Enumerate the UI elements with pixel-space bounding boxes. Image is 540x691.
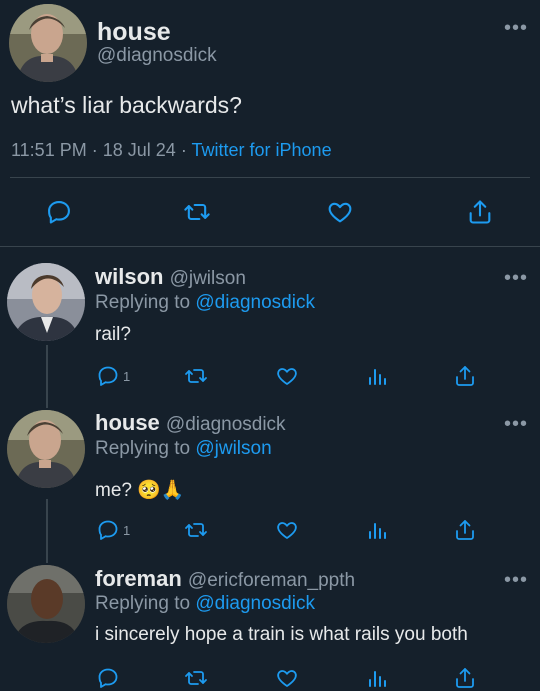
retweet-icon[interactable] <box>184 364 208 388</box>
replying-to-handle[interactable]: @jwilson <box>195 438 271 459</box>
reply-header: foreman @ericforeman_ppth <box>95 566 355 592</box>
replying-to: Replying to @jwilson <box>95 438 272 460</box>
avatar-wilson[interactable] <box>7 263 85 341</box>
author-name[interactable]: house <box>95 410 160 435</box>
author-handle[interactable]: @ericforeman_ppth <box>188 570 355 591</box>
reply-text: i sincerely hope a train is what rails y… <box>95 624 468 645</box>
thread-line <box>46 345 48 408</box>
tweet-date: 18 Jul 24 <box>102 140 176 160</box>
author-handle[interactable]: @jwilson <box>170 268 246 289</box>
replying-to-label: Replying to <box>95 292 191 313</box>
analytics-icon[interactable] <box>365 518 389 542</box>
meta-separator: · <box>91 140 98 160</box>
share-icon[interactable] <box>453 364 477 388</box>
replying-to: Replying to @diagnosdick <box>95 292 315 314</box>
author-name[interactable]: foreman <box>95 566 182 591</box>
share-icon[interactable] <box>466 198 494 226</box>
more-options-icon[interactable]: ••• <box>504 414 528 434</box>
author-handle[interactable]: @diagnosdick <box>166 414 286 435</box>
reply-text: me? 🥺🙏 <box>95 480 185 501</box>
author-name[interactable]: house <box>97 18 171 47</box>
like-icon[interactable] <box>275 518 299 542</box>
reply-icon[interactable] <box>96 364 120 388</box>
retweet-icon[interactable] <box>184 518 208 542</box>
replying-to-label: Replying to <box>95 438 191 459</box>
more-options-icon[interactable]: ••• <box>504 268 528 288</box>
meta-separator: · <box>180 140 187 160</box>
retweet-icon[interactable] <box>184 666 208 690</box>
reply-icon[interactable] <box>96 666 120 690</box>
tweet-time: 11:51 PM <box>11 140 87 160</box>
analytics-icon[interactable] <box>365 666 389 690</box>
reply-header: wilson @jwilson <box>95 264 246 290</box>
retweet-icon[interactable] <box>183 198 211 226</box>
author-name[interactable]: wilson <box>95 264 163 289</box>
reply-count: 1 <box>123 369 131 384</box>
like-icon[interactable] <box>275 666 299 690</box>
avatar-house[interactable] <box>9 4 87 82</box>
reply-icon[interactable] <box>96 518 120 542</box>
reply-count: 1 <box>123 523 131 538</box>
replying-to-handle[interactable]: @diagnosdick <box>195 292 315 313</box>
like-icon[interactable] <box>275 364 299 388</box>
analytics-icon[interactable] <box>365 364 389 388</box>
replying-to: Replying to @diagnosdick <box>95 593 315 615</box>
reply-text: rail? <box>95 324 131 345</box>
tweet-source-link[interactable]: Twitter for iPhone <box>192 140 332 160</box>
thread-line <box>46 499 48 563</box>
share-icon[interactable] <box>453 666 477 690</box>
replying-to-handle[interactable]: @diagnosdick <box>195 593 315 614</box>
avatar-house[interactable] <box>7 410 85 488</box>
replying-to-label: Replying to <box>95 593 191 614</box>
reply-icon[interactable] <box>45 198 73 226</box>
tweet-text: what’s liar backwards? <box>11 92 242 118</box>
like-icon[interactable] <box>326 198 354 226</box>
divider <box>0 246 540 247</box>
reply-header: house @diagnosdick <box>95 410 286 436</box>
share-icon[interactable] <box>453 518 477 542</box>
divider <box>10 177 530 178</box>
tweet-meta: 11:51 PM · 18 Jul 24 · Twitter for iPhon… <box>11 140 332 161</box>
avatar-foreman[interactable] <box>7 565 85 643</box>
more-options-icon[interactable]: ••• <box>504 18 528 38</box>
author-handle[interactable]: @diagnosdick <box>97 45 217 67</box>
more-options-icon[interactable]: ••• <box>504 570 528 590</box>
